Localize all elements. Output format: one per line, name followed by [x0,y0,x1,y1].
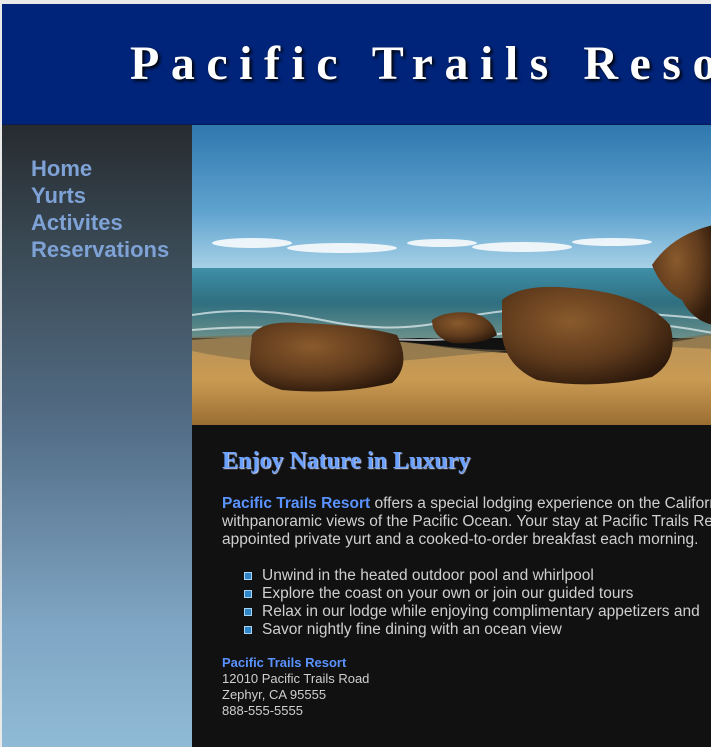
contact-address: Pacific Trails Resort 12010 Pacific Trai… [222,655,369,719]
feature-text: Savor nightly fine dining with an ocean … [262,621,562,638]
content-heading: Enjoy Nature in Luxury [222,448,471,474]
site-title: Pacific Trails Resort [130,37,711,90]
square-bullet-icon [244,626,252,634]
intro-line-3: appointed private yurt and a cooked-to-o… [222,531,699,548]
beach-photo [192,125,711,425]
intro-paragraph: Pacific Trails Resort offers a special l… [222,495,711,549]
hero-image [192,125,711,425]
main-content: Enjoy Nature in Luxury Pacific Trails Re… [192,425,711,747]
nav-item-home: Home [31,155,169,182]
intro-brand: Pacific Trails Resort [222,495,371,512]
feature-item: Savor nightly fine dining with an ocean … [244,621,711,639]
nav-item-yurts: Yurts [31,182,169,209]
nav-link-yurts[interactable]: Yurts [31,183,86,208]
address-city: Zephyr, CA 95555 [222,687,327,702]
feature-text: Unwind in the heated outdoor pool and wh… [262,567,594,584]
address-phone: 888-555-5555 [222,703,303,718]
page-frame: Pacific Trails Resort Home Yurts Activit… [0,0,711,747]
feature-text: Relax in our lodge while enjoying compli… [262,603,700,620]
nav-link-reservations[interactable]: Reservations [31,237,169,262]
intro-line-2: withpanoramic views of the Pacific Ocean… [222,513,711,530]
sidebar-nav: Home Yurts Activites Reservations [2,125,192,747]
feature-item: Unwind in the heated outdoor pool and wh… [244,567,711,585]
intro-line-1-text: offers a special lodging experience on t… [370,495,711,512]
square-bullet-icon [244,608,252,616]
square-bullet-icon [244,590,252,598]
nav-link-activities[interactable]: Activites [31,210,123,235]
address-name: Pacific Trails Resort [222,655,347,670]
feature-item: Relax in our lodge while enjoying compli… [244,603,711,621]
nav-link-home[interactable]: Home [31,156,92,181]
nav-list: Home Yurts Activites Reservations [31,155,169,263]
features-list: Unwind in the heated outdoor pool and wh… [244,567,711,639]
nav-item-reservations: Reservations [31,236,169,263]
feature-item: Explore the coast on your own or join ou… [244,585,711,603]
nav-item-activities: Activites [31,209,169,236]
square-bullet-icon [244,572,252,580]
address-street: 12010 Pacific Trails Road [222,671,370,686]
site-header: Pacific Trails Resort [2,4,711,125]
feature-text: Explore the coast on your own or join ou… [262,585,634,602]
intro-line-1: Pacific Trails Resort offers a special l… [222,495,711,513]
